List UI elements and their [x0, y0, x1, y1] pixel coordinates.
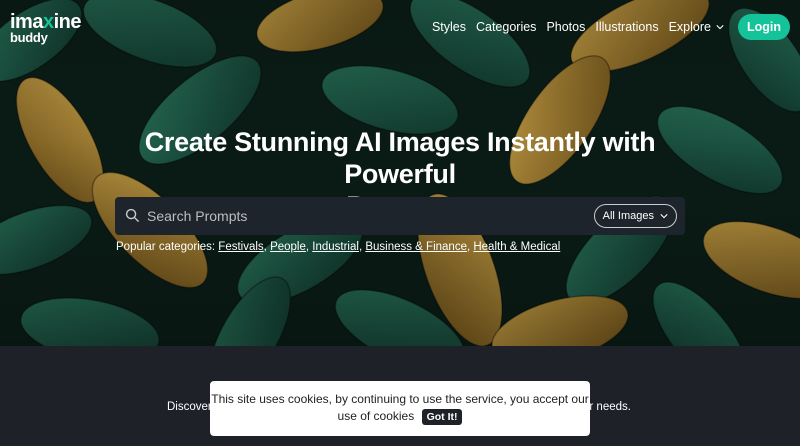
- nav-link-illustrations[interactable]: Illustrations: [595, 20, 658, 34]
- cookie-banner: This site uses cookies, by continuing to…: [210, 381, 590, 436]
- category-link-festivals[interactable]: Festivals: [218, 241, 263, 253]
- intro-text-start: Discover: [167, 401, 212, 413]
- nav-link-styles[interactable]: Styles: [432, 20, 466, 34]
- nav-explore-dropdown[interactable]: Explore: [669, 20, 724, 34]
- category-link-people[interactable]: People: [270, 241, 306, 253]
- login-button[interactable]: Login: [737, 14, 790, 40]
- search-bar: All Images: [115, 197, 685, 235]
- category-link-health-medical[interactable]: Health & Medical: [473, 241, 560, 253]
- chevron-down-icon: [716, 25, 724, 30]
- image-type-select[interactable]: All Images: [593, 204, 677, 228]
- search-input[interactable]: [147, 197, 587, 235]
- popular-categories-label: Popular categories:: [116, 241, 216, 253]
- nav-links: Styles Categories Photos Illustrations E…: [422, 14, 790, 40]
- nav-explore-label: Explore: [668, 20, 711, 34]
- hero-title-line1: Create Stunning AI Images Instantly with…: [144, 127, 656, 189]
- cookie-message-line2: use of cookies: [337, 409, 415, 423]
- nav-link-categories[interactable]: Categories: [476, 20, 536, 34]
- intro-text-end: ur needs.: [583, 401, 631, 413]
- logo-text-part: ine: [53, 11, 82, 33]
- cookie-accept-button[interactable]: Got It!: [421, 408, 463, 425]
- nav-link-photos[interactable]: Photos: [546, 20, 585, 34]
- chevron-down-icon: [660, 214, 668, 219]
- search-icon: [125, 208, 140, 223]
- category-link-industrial[interactable]: Industrial: [312, 241, 359, 253]
- image-type-selected: All Images: [602, 210, 654, 222]
- cookie-message-line1: This site uses cookies, by continuing to…: [211, 392, 589, 406]
- top-navbar: imaxine buddy Styles Categories Photos I…: [0, 0, 800, 54]
- hero-section: imaxine buddy Styles Categories Photos I…: [0, 0, 800, 346]
- category-link-business-finance[interactable]: Business & Finance: [365, 241, 467, 253]
- popular-categories: Popular categories: Festivals, People, I…: [116, 241, 561, 253]
- imagine-buddy-logo[interactable]: imaxine buddy: [10, 11, 82, 44]
